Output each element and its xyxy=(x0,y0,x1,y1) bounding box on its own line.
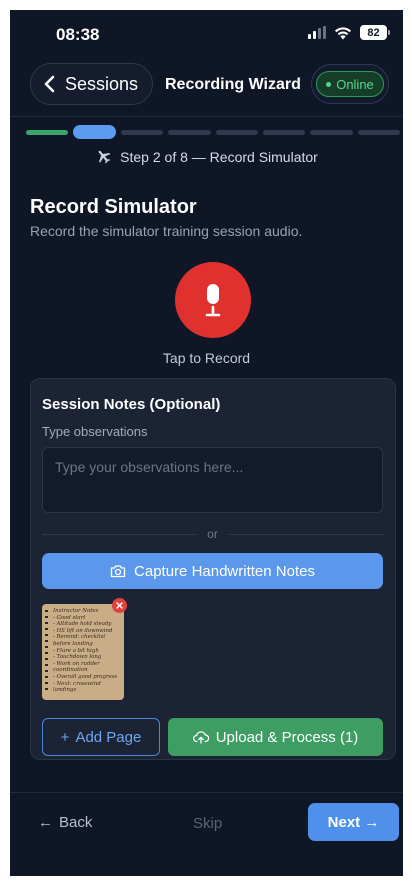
footer-divider xyxy=(10,792,403,793)
back-button-label: Sessions xyxy=(65,73,139,94)
page-title: Record Simulator xyxy=(30,196,197,218)
footer-back-button[interactable]: ← Back xyxy=(38,814,92,831)
microphone-icon xyxy=(205,284,221,317)
progress-step-5 xyxy=(215,129,258,135)
add-page-button[interactable]: + Add Page xyxy=(42,718,160,756)
arrow-left-icon: ← xyxy=(38,814,53,831)
capture-handwritten-notes-button[interactable]: Capture Handwritten Notes xyxy=(42,553,383,589)
cellular-signal-icon xyxy=(308,26,326,39)
header-divider xyxy=(10,116,403,117)
observations-input[interactable] xyxy=(42,447,383,513)
plus-icon: + xyxy=(60,728,70,746)
back-to-sessions-button[interactable]: Sessions xyxy=(30,63,153,105)
chevron-left-icon xyxy=(44,75,55,93)
remove-page-button[interactable] xyxy=(112,598,127,613)
note-page-text: Instructor Notes - Good start - Altitude… xyxy=(53,608,118,694)
progress-step-3 xyxy=(120,129,164,135)
connection-status: Online xyxy=(311,64,389,104)
next-button[interactable]: Next → xyxy=(308,803,399,841)
step-indicator: Step 2 of 8 — Record Simulator xyxy=(10,148,403,166)
cloud-upload-icon xyxy=(192,731,209,744)
skip-button[interactable]: Skip xyxy=(193,815,222,832)
close-icon xyxy=(116,602,123,609)
online-dot-icon xyxy=(326,81,332,87)
or-divider: or xyxy=(42,527,384,541)
battery-level: 82 xyxy=(367,26,380,39)
progress-step-7 xyxy=(310,129,353,135)
add-page-label: Add Page xyxy=(75,728,142,746)
notes-title: Session Notes (Optional) xyxy=(42,396,221,413)
progress-step-4 xyxy=(168,129,211,135)
page-subtitle: Record the simulator training session au… xyxy=(30,223,303,239)
status-icons: 82 xyxy=(308,25,390,40)
camera-icon xyxy=(110,565,126,578)
wifi-icon xyxy=(335,26,351,39)
record-button[interactable] xyxy=(175,262,251,338)
footer-back-label: Back xyxy=(59,814,93,831)
notes-input-label: Type observations xyxy=(42,424,148,439)
page-header-title: Recording Wizard xyxy=(165,76,301,93)
wizard-progress xyxy=(26,125,400,139)
capture-button-label: Capture Handwritten Notes xyxy=(134,562,315,580)
status-bar: 08:38 82 xyxy=(10,10,403,56)
upload-button-label: Upload & Process (1) xyxy=(215,728,359,746)
status-time: 08:38 xyxy=(56,25,100,44)
or-divider-text: or xyxy=(207,527,218,541)
battery-indicator: 82 xyxy=(360,25,390,40)
app-screen: 08:38 82 Sessions Recording Wizard Onlin… xyxy=(10,10,403,876)
progress-step-2 xyxy=(73,125,116,139)
handwritten-note-thumbnail[interactable]: Instructor Notes - Good start - Altitude… xyxy=(42,598,127,700)
step-text: Step 2 of 8 — Record Simulator xyxy=(120,149,318,165)
note-page-image: Instructor Notes - Good start - Altitude… xyxy=(42,604,124,700)
progress-step-8 xyxy=(357,129,400,135)
progress-step-6 xyxy=(262,129,306,135)
status-badge: Online xyxy=(316,71,384,97)
record-hint: Tap to Record xyxy=(162,350,251,366)
airplane-icon xyxy=(98,150,111,164)
session-notes-card: Session Notes (Optional) Type observatio… xyxy=(30,378,396,760)
header: Sessions Recording Wizard Online xyxy=(10,54,403,114)
status-badge-label: Online xyxy=(336,76,374,92)
upload-and-process-button[interactable]: Upload & Process (1) xyxy=(168,718,383,756)
progress-step-1 xyxy=(26,129,69,135)
